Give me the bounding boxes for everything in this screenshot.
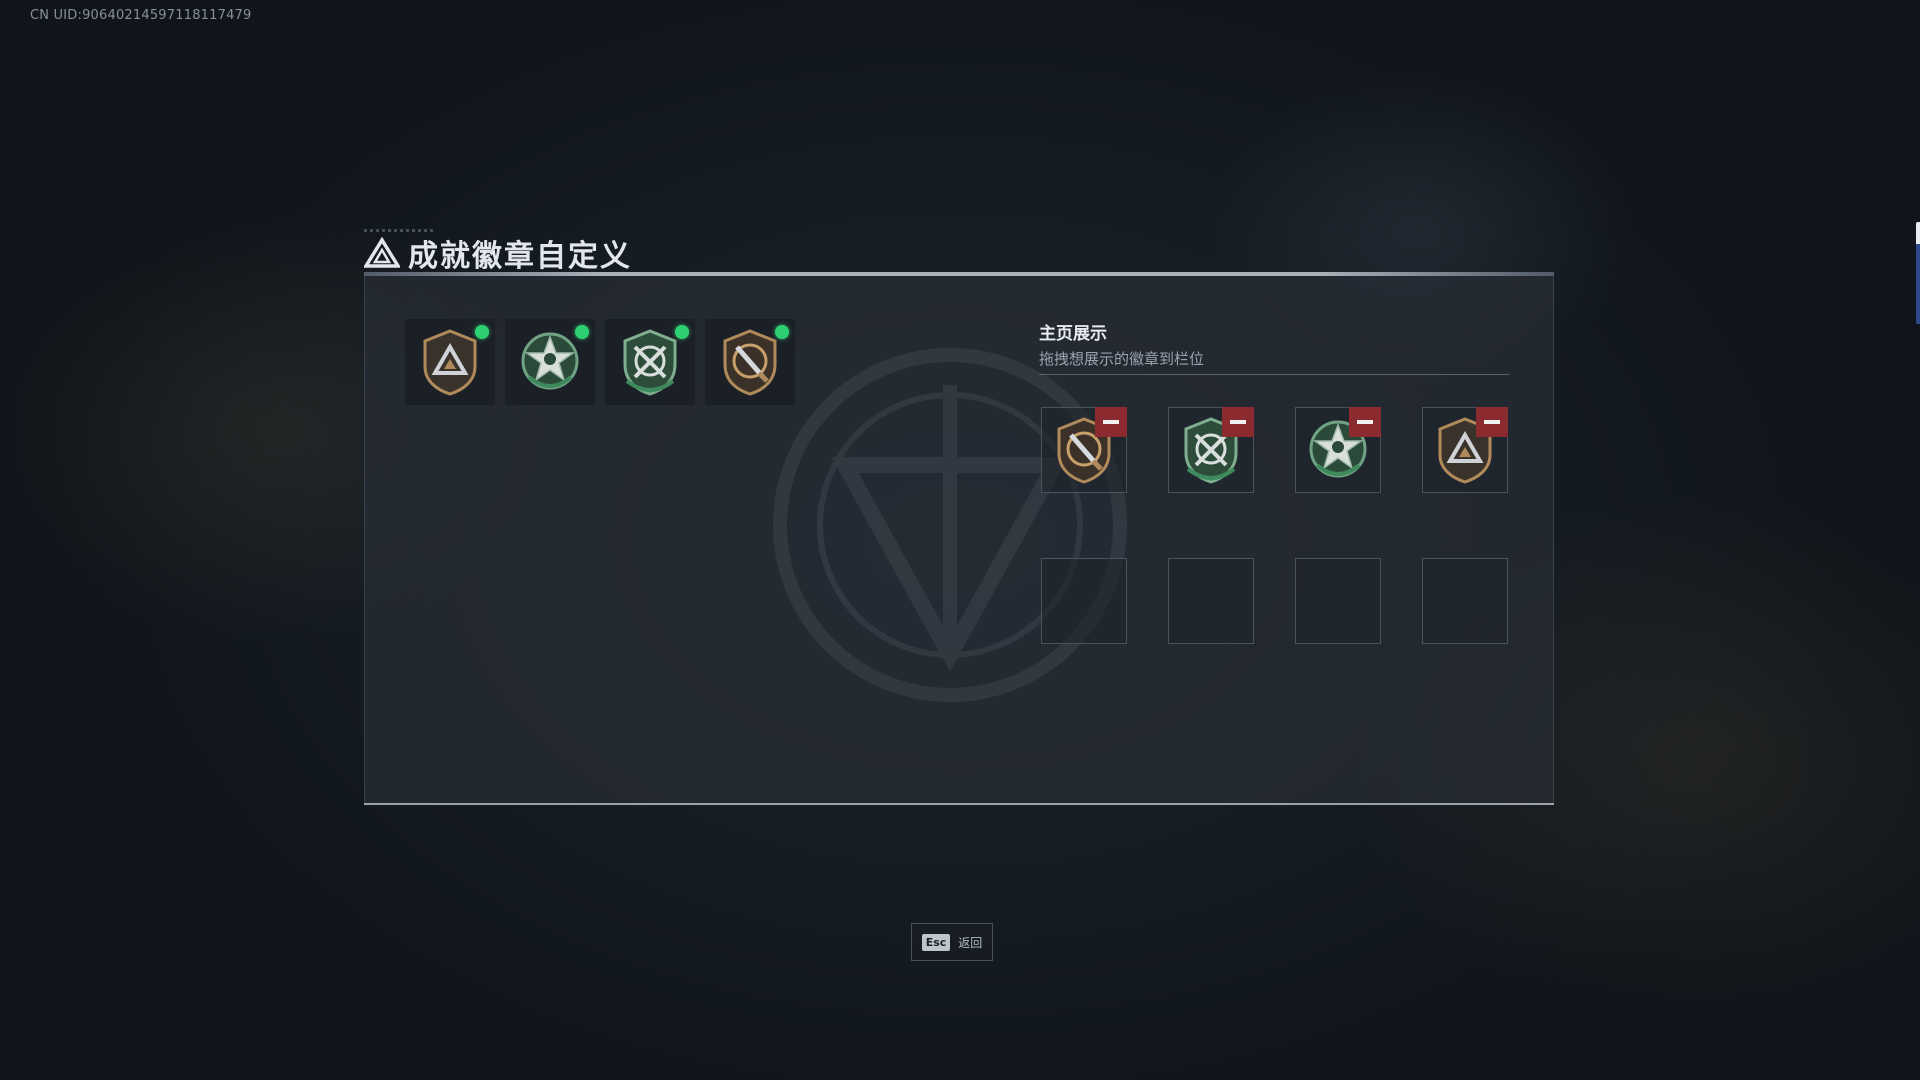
page-header: 成就徽章自定义 <box>364 229 632 274</box>
display-subtitle: 拖拽想展示的徽章到栏位 <box>1039 350 1205 368</box>
back-label: 返回 <box>958 935 983 950</box>
remove-badge-button[interactable] <box>1222 407 1254 437</box>
back-button[interactable]: Esc 返回 <box>911 923 993 961</box>
page-title: 成就徽章自定义 <box>408 239 632 274</box>
inventory-badge-slot[interactable] <box>405 319 495 405</box>
remove-badge-button[interactable] <box>1476 407 1508 437</box>
display-slot-3[interactable] <box>1295 407 1381 493</box>
display-slot-7-empty[interactable] <box>1295 558 1381 644</box>
display-slot-2[interactable] <box>1168 407 1254 493</box>
inventory-badge-slot[interactable] <box>605 319 695 405</box>
side-tab[interactable] <box>1916 222 1920 324</box>
inventory-badge-slot[interactable] <box>505 319 595 405</box>
bronze-blade-shield-icon <box>719 327 781 397</box>
badge-panel: 主页展示 拖拽想展示的徽章到栏位 <box>364 272 1554 805</box>
divider <box>1039 374 1509 375</box>
triangle-logo-icon <box>364 237 400 268</box>
panel-bottom-border <box>364 803 1554 805</box>
display-slot-1[interactable] <box>1041 407 1127 493</box>
display-slot-5-empty[interactable] <box>1041 558 1127 644</box>
uid-label: CN UID:90640214597118117479 <box>30 8 252 23</box>
inventory-badge-slot[interactable] <box>705 319 795 405</box>
badge-inventory <box>405 319 795 405</box>
new-indicator-dot <box>675 325 689 339</box>
display-slot-4[interactable] <box>1422 407 1508 493</box>
remove-badge-button[interactable] <box>1095 407 1127 437</box>
esc-key-hint: Esc <box>921 933 951 951</box>
green-star-wreath-icon <box>521 332 579 390</box>
display-title: 主页展示 <box>1039 324 1107 344</box>
green-crossed-shield-icon <box>623 329 677 396</box>
new-indicator-dot <box>775 325 789 339</box>
title-decoration <box>364 229 434 232</box>
new-indicator-dot <box>475 325 489 339</box>
display-slot-grid <box>1041 407 1508 644</box>
bronze-triangle-shield-icon <box>423 329 477 396</box>
new-indicator-dot <box>575 325 589 339</box>
display-slot-8-empty[interactable] <box>1422 558 1508 644</box>
remove-badge-button[interactable] <box>1349 407 1381 437</box>
display-slot-6-empty[interactable] <box>1168 558 1254 644</box>
panel-top-border <box>364 272 1554 276</box>
display-header: 主页展示 拖拽想展示的徽章到栏位 <box>1039 319 1509 369</box>
